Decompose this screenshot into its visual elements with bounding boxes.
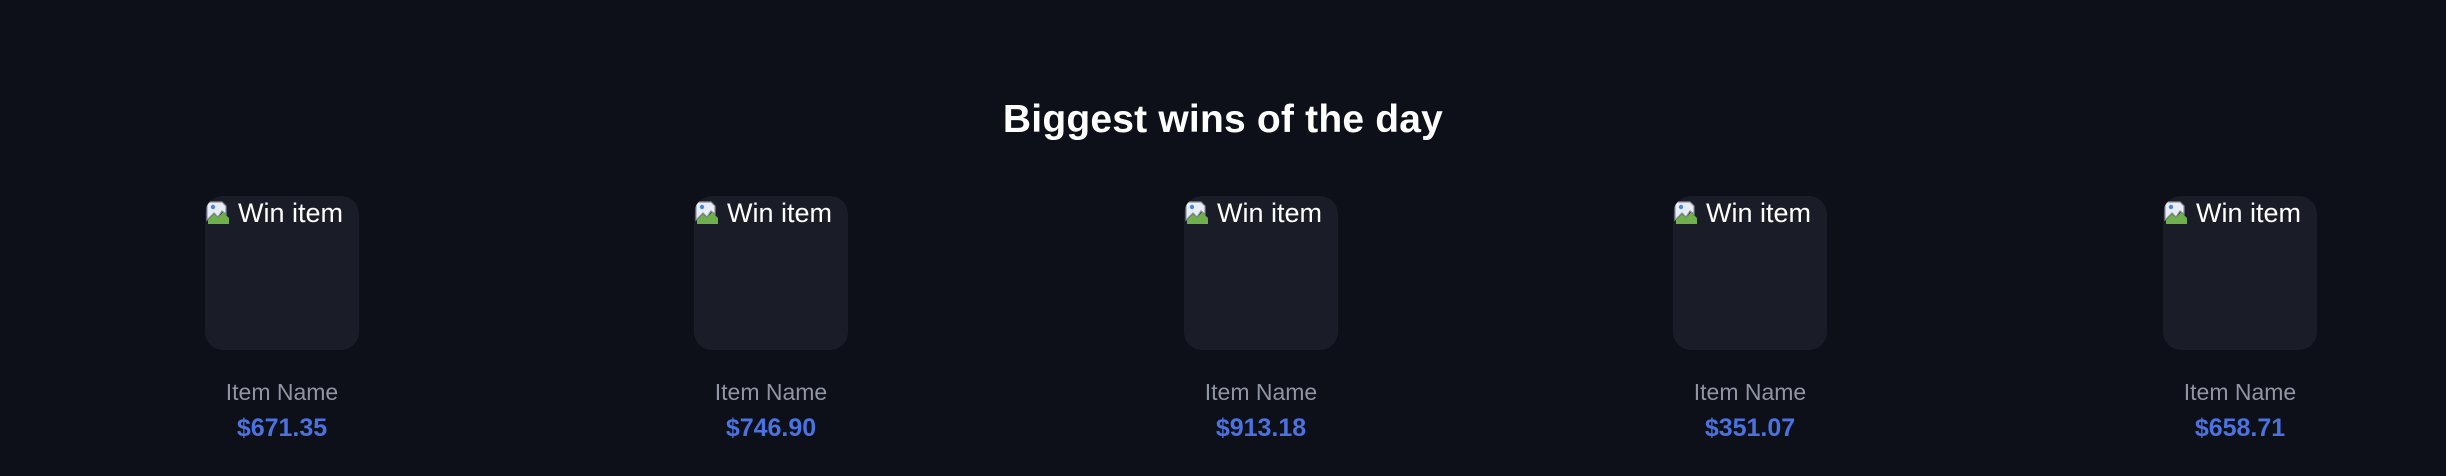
broken-image-icon xyxy=(206,201,229,224)
broken-image-placeholder: Win item xyxy=(1673,196,1811,230)
win-card[interactable]: Win item Item Name $351.07 xyxy=(1620,196,1880,443)
item-price: $913.18 xyxy=(1215,414,1307,442)
item-name: Item Name xyxy=(714,379,828,405)
broken-image-icon xyxy=(695,201,718,224)
biggest-wins-section: Biggest wins of the day Win item Item Na… xyxy=(0,0,2446,476)
item-price: $658.71 xyxy=(2194,414,2286,442)
win-item-image[interactable]: Win item xyxy=(205,196,359,350)
image-alt-text: Win item xyxy=(1217,198,1323,228)
win-card[interactable]: Win item Item Name $658.71 xyxy=(2110,196,2370,443)
broken-image-placeholder: Win item xyxy=(2163,196,2301,230)
broken-image-placeholder: Win item xyxy=(694,196,832,230)
item-price: $671.35 xyxy=(236,414,328,442)
section-title: Biggest wins of the day xyxy=(1002,98,1444,141)
win-item-image[interactable]: Win item xyxy=(1673,196,1827,350)
item-name: Item Name xyxy=(2183,379,2297,405)
image-alt-text: Win item xyxy=(238,198,344,228)
win-item-image[interactable]: Win item xyxy=(1184,196,1338,350)
win-card[interactable]: Win item Item Name $746.90 xyxy=(641,196,901,443)
win-item-image[interactable]: Win item xyxy=(2163,196,2317,350)
win-card[interactable]: Win item Item Name $913.18 xyxy=(1131,196,1391,443)
item-name: Item Name xyxy=(1693,379,1807,405)
item-name: Item Name xyxy=(225,379,339,405)
win-item-image[interactable]: Win item xyxy=(694,196,848,350)
win-card[interactable]: Win item Item Name $671.35 xyxy=(152,196,412,443)
image-alt-text: Win item xyxy=(727,198,833,228)
image-alt-text: Win item xyxy=(2196,198,2302,228)
broken-image-placeholder: Win item xyxy=(205,196,343,230)
image-alt-text: Win item xyxy=(1706,198,1812,228)
item-price: $746.90 xyxy=(725,414,817,442)
item-price: $351.07 xyxy=(1704,414,1796,442)
broken-image-icon xyxy=(1185,201,1208,224)
item-name: Item Name xyxy=(1204,379,1318,405)
broken-image-icon xyxy=(1674,201,1697,224)
broken-image-placeholder: Win item xyxy=(1184,196,1322,230)
broken-image-icon xyxy=(2164,201,2187,224)
